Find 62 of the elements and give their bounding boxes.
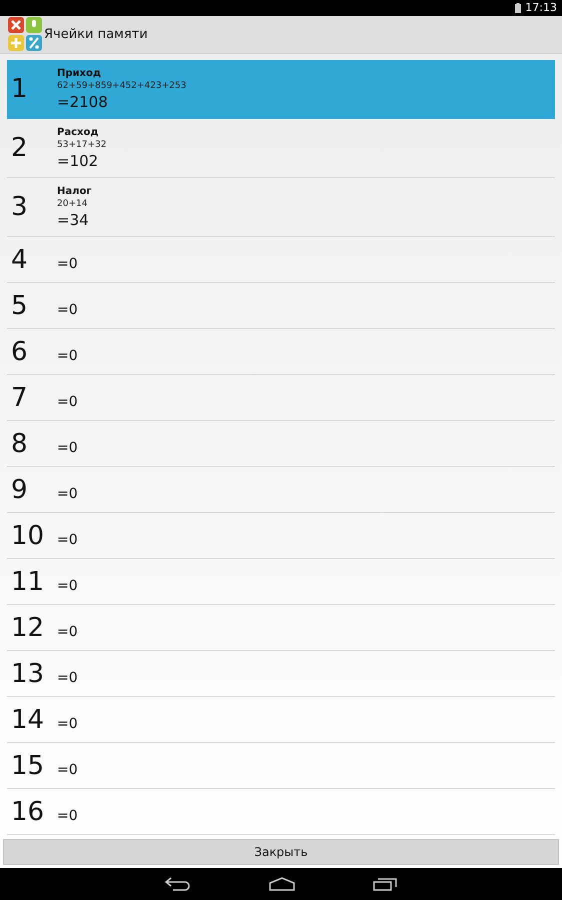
memory-cell-row[interactable]: 15 =0 [7, 743, 555, 790]
cell-name: Налог [57, 186, 92, 197]
cell-result: =0 [57, 670, 78, 686]
cell-result: =0 [57, 578, 78, 594]
cell-result: =0 [57, 302, 78, 318]
cell-number: 9 [10, 474, 29, 505]
calculator-icon [8, 17, 42, 52]
memory-cell-row[interactable]: 12 =0 [7, 605, 555, 652]
memory-cell-row[interactable]: 5 =0 [7, 283, 555, 330]
cell-number: 16 [10, 796, 46, 827]
memory-cell-row[interactable]: 6 =0 [7, 329, 555, 376]
cell-number: 12 [10, 612, 46, 643]
battery-icon [515, 2, 522, 13]
cell-number: 15 [10, 750, 46, 781]
cell-result: =0 [57, 762, 78, 778]
cell-result: =102 [57, 152, 100, 170]
memory-cell-row[interactable]: 14 =0 [7, 697, 555, 744]
memory-cell-row[interactable]: 2 Расход 53+17+32 =102 [7, 119, 555, 178]
cell-result: =0 [57, 256, 78, 272]
memory-cell-row[interactable]: 7 =0 [7, 375, 555, 422]
cell-number: 14 [10, 704, 46, 735]
memory-cell-row[interactable]: 16 =0 [7, 789, 555, 836]
memory-cell-row[interactable]: 8 =0 [7, 421, 555, 468]
cell-result: =2108 [57, 92, 109, 111]
cell-number: 11 [10, 566, 46, 597]
recent-apps-icon[interactable] [373, 877, 397, 892]
cell-number: 13 [10, 658, 46, 689]
cell-expression: 20+14 [57, 198, 88, 209]
cell-number: 2 [10, 133, 29, 164]
cell-result: =0 [57, 808, 78, 824]
window-title: Ячейки памяти [44, 26, 148, 42]
cell-number: 6 [10, 336, 29, 367]
home-icon[interactable] [269, 877, 295, 892]
memory-cell-row[interactable]: 10 =0 [7, 513, 555, 560]
cell-result: =0 [57, 624, 78, 640]
cell-result: =0 [57, 348, 78, 364]
cell-number: 3 [10, 192, 29, 222]
cell-number: 8 [10, 428, 29, 459]
cell-expression: 53+17+32 [57, 140, 106, 150]
cell-expression: 62+59+859+452+423+253 [57, 80, 186, 91]
cell-number: 4 [10, 244, 29, 275]
cell-name: Приход [57, 68, 102, 79]
cell-result: =34 [57, 210, 90, 229]
cell-number: 1 [10, 74, 29, 104]
cell-result: =0 [57, 532, 78, 548]
cell-result: =0 [57, 486, 78, 502]
cell-number: 10 [10, 520, 46, 551]
memory-cell-row[interactable]: 9 =0 [7, 467, 555, 514]
memory-cell-row[interactable]: 1 Приход 62+59+859+452+423+253 =2108 [7, 60, 555, 120]
cell-number: 7 [10, 382, 29, 413]
cell-result: =0 [57, 716, 78, 732]
memory-cell-row[interactable]: 13 =0 [7, 651, 555, 698]
cell-name: Расход [57, 126, 100, 138]
close-button[interactable]: Закрыть [3, 839, 559, 866]
memory-cell-row[interactable]: 3 Налог 20+14 =34 [7, 178, 555, 238]
clock: 17:13 [525, 1, 557, 14]
cell-result: =0 [57, 394, 78, 410]
back-icon[interactable] [165, 877, 191, 892]
cell-number: 5 [10, 290, 29, 321]
memory-cell-row[interactable]: 11 =0 [7, 559, 555, 606]
cell-result: =0 [57, 440, 78, 456]
memory-cell-row[interactable]: 4 =0 [7, 237, 555, 284]
